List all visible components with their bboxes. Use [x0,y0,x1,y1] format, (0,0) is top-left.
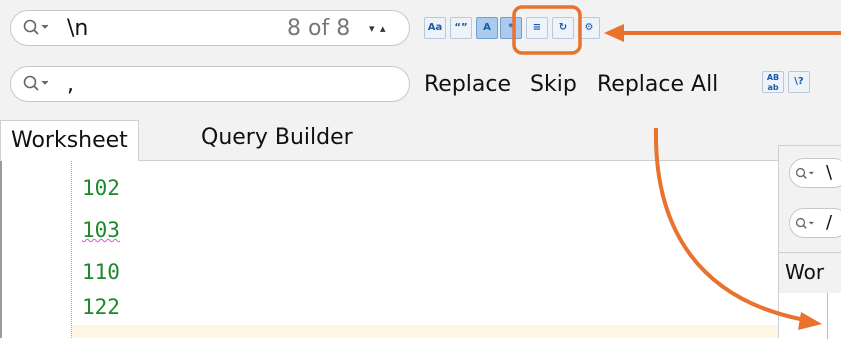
highlight-button[interactable]: A [476,17,498,39]
search-input[interactable]: \n [67,13,88,45]
tab-query-builder[interactable]: Query Builder [191,118,363,160]
line-gutter [0,161,72,338]
preserve-case-button[interactable]: AB ab [762,71,784,93]
next-previous-arrows[interactable]: ▾ ▴ [369,19,387,39]
whole-word-button[interactable]: “” [450,17,472,39]
inset-search-icon [795,167,814,179]
current-line-highlight [72,325,778,338]
inset-search-value: \ [826,162,833,183]
inset-gutter [779,293,828,339]
code-line[interactable]: 110 [82,257,120,287]
inset-tab-bar: Wor [779,252,841,294]
regex-help-button[interactable]: \? [788,71,810,93]
replace-field[interactable]: , [10,66,410,102]
inset-editor [779,293,841,339]
code-line[interactable]: 103 [82,215,120,245]
skip-button[interactable]: Skip [530,70,577,100]
wrap-search-button[interactable]: ↻ [552,17,574,39]
regex-button[interactable]: * [500,17,522,39]
replace-all-button[interactable]: Replace All [597,70,718,100]
replace-options-icon[interactable] [21,72,57,96]
match-count: 8 of 8 [287,16,351,41]
extra-options-button[interactable]: ⚙ [578,17,600,39]
find-toolbar: \n 8 of 8 ▾ ▴ Aa “” A * ≡ ↻ ⚙ [0,0,841,56]
inset-replace-field: / [789,208,841,238]
result-preview-inset: \ / Wor [778,145,841,339]
inset-tab-worksheet: Wor [785,260,825,284]
worksheet-editor[interactable]: 102 103 110 122 [0,161,841,338]
match-case-button[interactable]: Aa [424,17,446,39]
tab-worksheet[interactable]: Worksheet [0,120,139,161]
inset-search-field: \ [789,158,841,188]
replace-button[interactable]: Replace [424,70,511,100]
inset-replace-icon [795,217,814,229]
replace-input[interactable]: , [67,69,74,101]
tab-bar: Worksheet Query Builder [0,110,841,161]
inset-replace-value: / [826,212,833,233]
selection-only-button[interactable]: ≡ [526,17,548,39]
search-options-icon[interactable] [21,16,57,40]
search-field[interactable]: \n 8 of 8 ▾ ▴ [10,10,410,46]
code-line[interactable]: 122 [82,292,120,322]
code-line[interactable]: 102 [82,173,120,203]
